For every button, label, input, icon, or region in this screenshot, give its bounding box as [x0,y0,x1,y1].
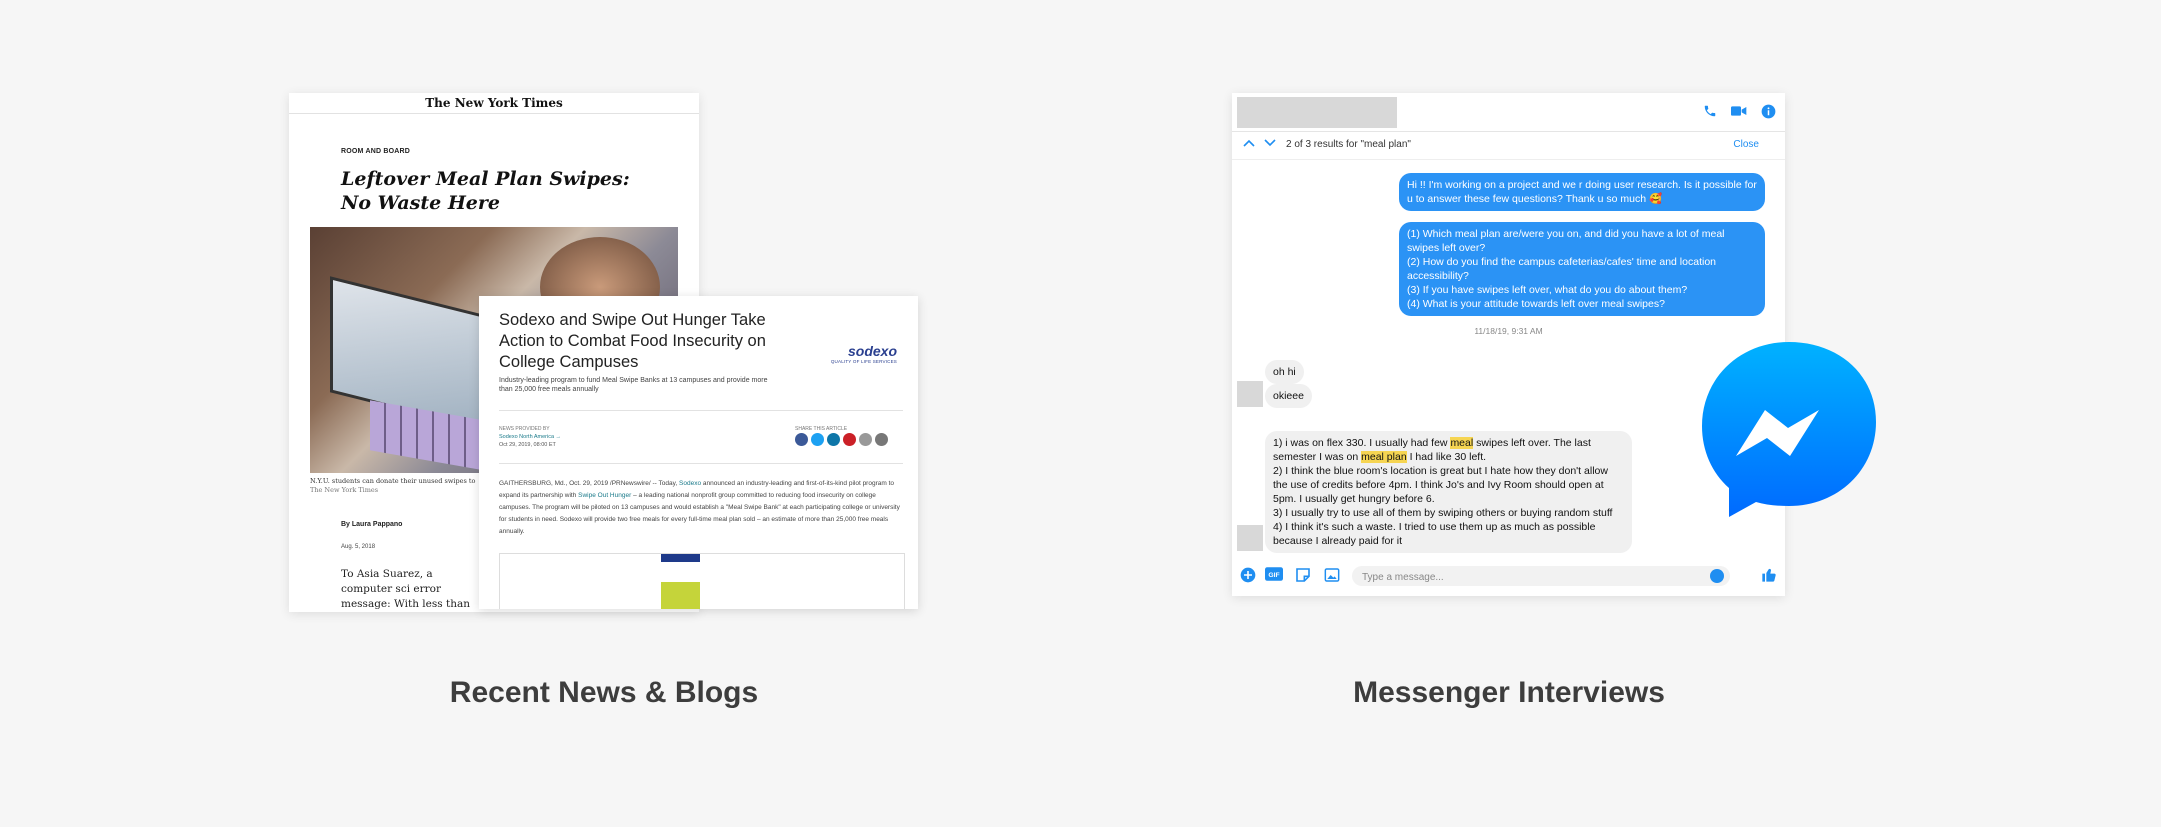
left-caption: Recent News & Blogs [449,676,759,709]
message-outgoing-questions: (1) Which meal plan are/were you on, and… [1399,222,1765,316]
sticker-icon[interactable] [1295,567,1311,583]
sodexo-logo: sodexo QUALITY OF LIFE SERVICES [825,343,897,364]
close-search-button[interactable]: Close [1733,139,1759,150]
answer-text: 1) i was on flex 330. I usually had few [1273,437,1451,449]
message-input-wrapper [1352,566,1730,588]
message-incoming-answers: 1) i was on flex 330. I usually had few … [1265,431,1632,553]
message-outgoing: Hi !! I'm working on a project and we r … [1399,173,1765,211]
chevron-up-icon[interactable] [1243,138,1255,151]
print-icon[interactable] [875,433,888,446]
pinterest-icon[interactable] [843,433,856,446]
gif-icon[interactable]: GIF [1265,567,1283,583]
nyt-date: Aug. 5, 2018 [341,544,376,550]
nyt-masthead: The New York Times [289,93,699,114]
nyt-body: To Asia Suarez, a computer sci error mes… [341,568,470,610]
emoji-icon[interactable] [1710,569,1724,583]
swipe-out-hunger-link[interactable]: Swipe Out Hunger [578,492,631,499]
linkedin-icon[interactable] [827,433,840,446]
campaign-poster-image [661,554,700,609]
messenger-logo-icon [1700,340,1878,518]
provided-by-label: NEWS PROVIDED BY [499,426,550,432]
answer-line: 4) I think it's such a waste. I tried to… [1273,521,1596,547]
sodexo-link[interactable]: Sodexo [679,480,701,487]
question-line: (4) What is your attitude towards left o… [1407,298,1665,310]
answer-line: 3) I usually try to use all of them by s… [1273,507,1613,519]
svg-text:GIF: GIF [1268,572,1279,579]
answer-line: 2) I think the blue room's location is g… [1273,465,1608,505]
avatar [1237,381,1263,407]
share-label: SHARE THIS ARTICLE [795,426,848,432]
plus-icon[interactable] [1240,567,1256,583]
share-buttons [795,433,888,446]
divider [499,463,903,464]
message-incoming: oh hi [1265,360,1304,384]
info-icon[interactable] [1760,104,1776,120]
video-icon[interactable] [1731,104,1747,120]
message-input[interactable] [1360,566,1704,588]
search-results-bar: 2 of 3 results for "meal plan" Close [1232,131,1785,160]
right-caption: Messenger Interviews [1353,676,1665,709]
provider-link[interactable]: Sodexo North America → [499,434,561,440]
answer-text: I had like 30 left. [1406,451,1487,463]
nyt-byline: By Laura Pappano [341,521,403,528]
publish-date: Oct 29, 2019, 08:00 ET [499,442,556,448]
facebook-icon[interactable] [795,433,808,446]
answer-line: 1) i was on flex 330. I usually had few … [1273,436,1624,464]
divider [499,410,903,411]
sodexo-press-card: Sodexo and Swipe Out Hunger Take Action … [479,296,918,609]
sodexo-logo-name: sodexo [847,343,897,359]
question-line: (3) If you have swipes left over, what d… [1407,284,1688,296]
chevron-down-icon[interactable] [1264,138,1276,151]
avatar [1237,525,1263,551]
sodexo-body: GAITHERSBURG, Md., Oct. 29, 2019 /PRNews… [499,478,904,538]
sodexo-subtitle: Industry-leading program to fund Meal Sw… [499,377,768,393]
contact-name-redacted [1237,97,1397,128]
search-highlight: meal [1450,437,1474,449]
search-result-count: 2 of 3 results for "meal plan" [1286,139,1411,150]
sodexo-logo-tagline: QUALITY OF LIFE SERVICES [830,359,897,364]
nyt-headline: Leftover Meal Plan Swipes: No Waste Here [341,168,630,214]
composer-bar: GIF [1232,555,1785,596]
email-icon[interactable] [859,433,872,446]
thumbs-up-icon[interactable] [1761,567,1777,583]
chat-header [1232,93,1785,132]
nyt-kicker: ROOM AND BOARD [341,148,411,155]
embedded-image-frame [499,553,905,609]
search-highlight: meal plan [1361,451,1407,463]
twitter-icon[interactable] [811,433,824,446]
phone-icon[interactable] [1702,104,1718,120]
image-icon[interactable] [1324,567,1340,583]
message-incoming: okieee [1265,384,1312,408]
question-line: (2) How do you find the campus cafeteria… [1407,256,1716,282]
message-timestamp: 11/18/19, 9:31 AM [1474,326,1543,336]
question-line: (1) Which meal plan are/were you on, and… [1407,228,1725,254]
body-text: GAITHERSBURG, Md., Oct. 29, 2019 /PRNews… [499,480,680,487]
sodexo-title: Sodexo and Swipe Out Hunger Take Action … [499,311,766,371]
